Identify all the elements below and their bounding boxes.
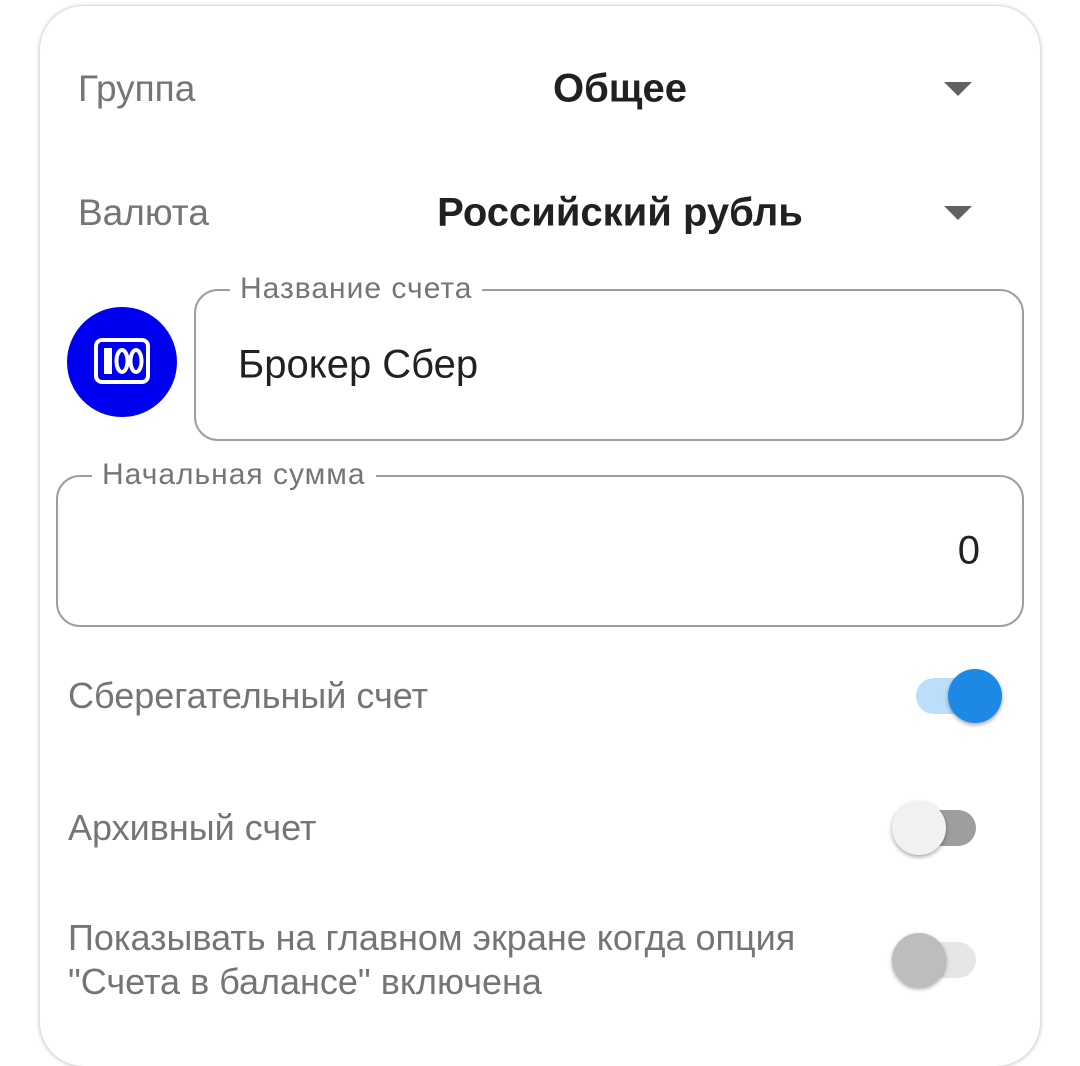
cash-100-icon [94, 338, 150, 384]
initial-amount-input[interactable]: 0 [958, 529, 980, 574]
switch-thumb [892, 801, 946, 855]
group-select[interactable]: Группа Общее [40, 44, 1040, 134]
group-label: Группа [78, 68, 196, 109]
account-name-legend: Название счета [230, 271, 483, 307]
account-icon-button[interactable] [67, 307, 177, 417]
currency-value: Российский рубль [437, 190, 803, 235]
savings-account-switch[interactable] [900, 666, 1010, 726]
initial-amount-legend: Начальная сумма [92, 457, 376, 493]
account-name-field[interactable]: Название счета Брокер Сбер [194, 271, 1024, 441]
currency-label: Валюта [78, 192, 209, 233]
account-form-card: Группа Общее Валюта Российский рубль Наз… [40, 6, 1040, 1066]
savings-account-label: Сберегательный счет [68, 675, 429, 716]
switch-thumb [892, 933, 946, 987]
show-on-main-switch[interactable] [892, 930, 1002, 990]
archive-account-label: Архивный счет [68, 807, 317, 848]
currency-select[interactable]: Валюта Российский рубль [40, 168, 1040, 258]
chevron-down-icon [944, 206, 972, 220]
switch-thumb [948, 669, 1002, 723]
archive-account-row[interactable]: Архивный счет [40, 788, 1040, 868]
savings-account-row[interactable]: Сберегательный счет [40, 656, 1040, 736]
archive-account-switch[interactable] [892, 798, 1002, 858]
account-name-input[interactable]: Брокер Сбер [238, 343, 478, 388]
group-value: Общее [552, 66, 688, 111]
chevron-down-icon [944, 82, 972, 96]
show-on-main-label: Показывать на главном экране когда опция… [68, 917, 796, 1002]
show-on-main-row[interactable]: Показывать на главном экране когда опция… [40, 910, 1040, 1010]
initial-amount-field[interactable]: Начальная сумма 0 [56, 457, 1024, 627]
